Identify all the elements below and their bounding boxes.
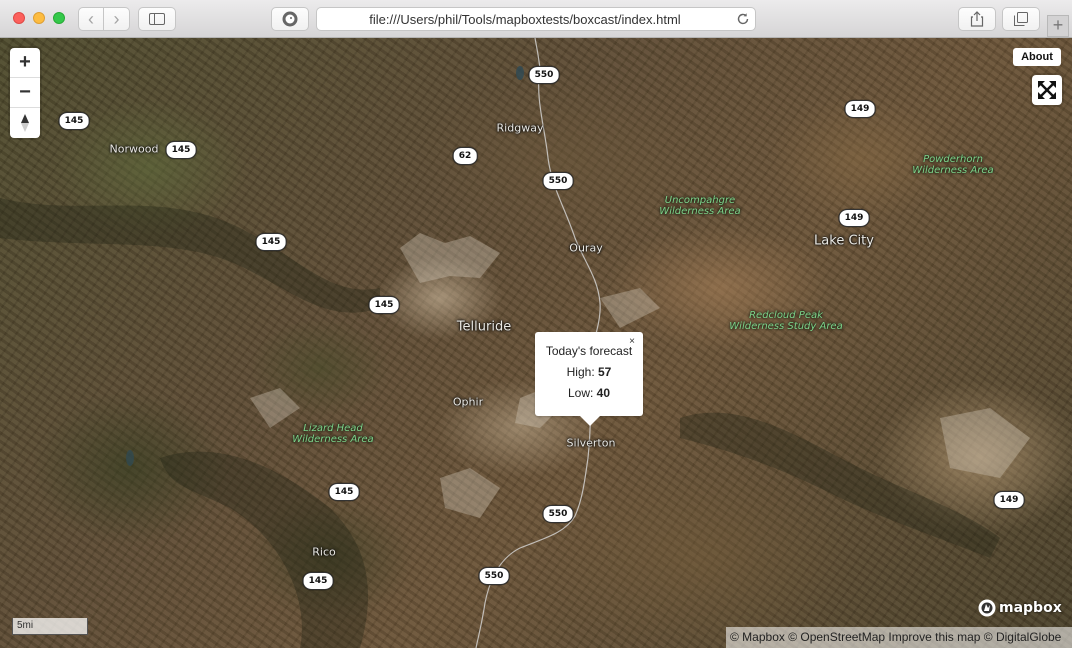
popup-close-button[interactable]: × bbox=[629, 337, 635, 347]
mapbox-logo-text: mapbox bbox=[999, 600, 1062, 616]
high-label: High: bbox=[566, 365, 595, 379]
tabs-button[interactable] bbox=[1002, 7, 1040, 31]
place-label-lake-city: Lake City bbox=[814, 233, 874, 249]
tabs-icon bbox=[1014, 12, 1028, 26]
history-nav: ‹ › bbox=[78, 7, 130, 31]
reload-icon[interactable] bbox=[735, 11, 751, 27]
map-canvas[interactable]: Ridgway Norwood Ouray Lake City Tellurid… bbox=[0, 38, 1072, 648]
duckduckgo-icon bbox=[282, 11, 298, 27]
zoom-out-button[interactable]: − bbox=[10, 78, 40, 108]
highway-shield: 550 bbox=[542, 172, 574, 190]
highway-shield: 550 bbox=[542, 505, 574, 523]
highway-shield: 145 bbox=[165, 141, 197, 159]
wilderness-label-redcloud-peak: Redcloud Peak Wilderness Study Area bbox=[729, 310, 843, 332]
highway-shield: 149 bbox=[993, 491, 1025, 509]
low-value: 40 bbox=[596, 386, 611, 400]
share-button[interactable] bbox=[958, 7, 996, 31]
highway-shield: 145 bbox=[302, 572, 334, 590]
url-text: file:///Users/phil/Tools/mapboxtests/box… bbox=[369, 12, 681, 27]
place-label-silverton: Silverton bbox=[566, 436, 616, 450]
browser-toolbar: ‹ › file:///Users/phil/Tools/mapboxtests… bbox=[0, 0, 1072, 38]
minimize-window-button[interactable] bbox=[33, 12, 45, 24]
place-label-ridgway: Ridgway bbox=[496, 121, 544, 135]
compass-icon bbox=[21, 114, 29, 132]
scale-bar: 5mi bbox=[12, 618, 88, 635]
wilderness-label-uncompahgre: Uncompahgre Wilderness Area bbox=[659, 195, 741, 217]
popup-low: Low: 40 bbox=[535, 386, 643, 400]
sidebar-icon bbox=[149, 13, 165, 25]
wilderness-label-lizard-head: Lizard Head Wilderness Area bbox=[292, 423, 374, 445]
highway-shield: 62 bbox=[452, 147, 478, 165]
highway-shield: 145 bbox=[368, 296, 400, 314]
place-label-ophir: Ophir bbox=[452, 395, 484, 409]
chevron-left-icon: ‹ bbox=[88, 9, 94, 29]
highway-shield: 145 bbox=[58, 112, 90, 130]
share-icon bbox=[970, 11, 984, 27]
highway-shield: 550 bbox=[478, 567, 510, 585]
sidebar-button[interactable] bbox=[138, 7, 176, 31]
fullscreen-button[interactable] bbox=[1032, 75, 1062, 105]
fullscreen-icon bbox=[1038, 81, 1056, 99]
zoom-in-button[interactable]: + bbox=[10, 48, 40, 78]
back-button[interactable]: ‹ bbox=[78, 7, 104, 31]
forward-button[interactable]: › bbox=[104, 7, 130, 31]
place-label-ouray: Ouray bbox=[569, 241, 603, 255]
mapbox-logo[interactable]: mapbox bbox=[978, 599, 1062, 617]
mapbox-logo-icon bbox=[978, 599, 996, 617]
highway-shield: 550 bbox=[528, 66, 560, 84]
highway-shield: 149 bbox=[844, 100, 876, 118]
place-label-rico: Rico bbox=[312, 545, 336, 559]
map-attribution[interactable]: © Mapbox © OpenStreetMap Improve this ma… bbox=[726, 627, 1072, 648]
highway-shield: 145 bbox=[255, 233, 287, 251]
extension-button[interactable] bbox=[271, 7, 309, 31]
address-bar[interactable]: file:///Users/phil/Tools/mapboxtests/box… bbox=[316, 7, 756, 31]
low-label: Low: bbox=[567, 386, 594, 400]
highway-shield: 145 bbox=[328, 483, 360, 501]
compass-button[interactable] bbox=[10, 108, 40, 138]
popup-high: High: 57 bbox=[535, 365, 643, 379]
maximize-window-button[interactable] bbox=[53, 12, 65, 24]
forecast-popup: × Today's forecast High: 57 Low: 40 bbox=[535, 332, 643, 416]
popup-tip bbox=[580, 416, 600, 426]
highway-shield: 149 bbox=[838, 209, 870, 227]
wilderness-label-powderhorn: Powderhorn Wilderness Area bbox=[912, 154, 994, 176]
high-value: 57 bbox=[598, 365, 612, 379]
place-label-telluride: Telluride bbox=[456, 319, 512, 335]
new-tab-button[interactable]: + bbox=[1047, 15, 1069, 37]
place-label-norwood: Norwood bbox=[109, 142, 159, 156]
popup-title: Today's forecast bbox=[545, 344, 633, 358]
navigation-control: + − bbox=[10, 48, 40, 138]
about-button[interactable]: About bbox=[1013, 48, 1061, 66]
close-window-button[interactable] bbox=[13, 12, 25, 24]
chevron-right-icon: › bbox=[113, 9, 120, 29]
